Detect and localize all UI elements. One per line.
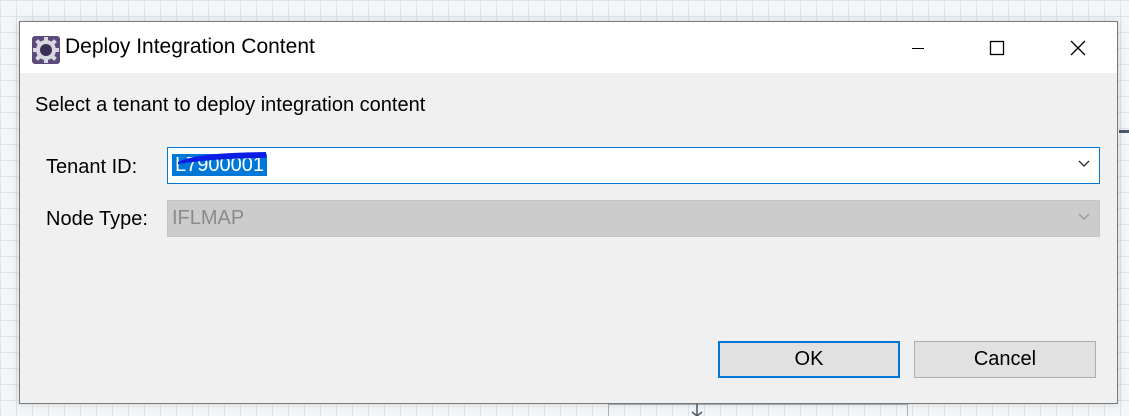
tenant-id-label: Tenant ID:: [46, 156, 138, 178]
window-title: Deploy Integration Content: [65, 35, 315, 58]
dialog-instruction: Select a tenant to deploy integration co…: [35, 94, 426, 116]
chevron-down-icon: [1078, 213, 1090, 220]
minimize-button[interactable]: [888, 22, 948, 73]
title-bar[interactable]: Deploy Integration Content: [20, 22, 1117, 73]
node-type-value: IFLMAP: [172, 207, 245, 229]
redaction-scribble: [178, 152, 266, 164]
background-edge-mark: [1119, 130, 1129, 133]
node-type-label: Node Type:: [46, 208, 148, 230]
gear-app-icon: [32, 36, 60, 64]
close-icon: [1070, 40, 1086, 55]
ok-button[interactable]: OK: [718, 341, 900, 378]
background-arrow-icon: [691, 404, 703, 416]
maximize-button[interactable]: [967, 22, 1027, 73]
chevron-down-icon: [1078, 160, 1090, 167]
tenant-id-dropdown[interactable]: L7900001: [167, 147, 1100, 184]
cancel-button[interactable]: Cancel: [914, 341, 1096, 378]
maximize-icon: [989, 40, 1005, 55]
node-type-dropdown: IFLMAP: [167, 200, 1100, 237]
close-button[interactable]: [1048, 22, 1108, 73]
background-diagram-shape: [608, 404, 908, 416]
minimize-icon: [912, 47, 924, 49]
deploy-dialog: Deploy Integration Content Select a tena…: [19, 21, 1118, 404]
